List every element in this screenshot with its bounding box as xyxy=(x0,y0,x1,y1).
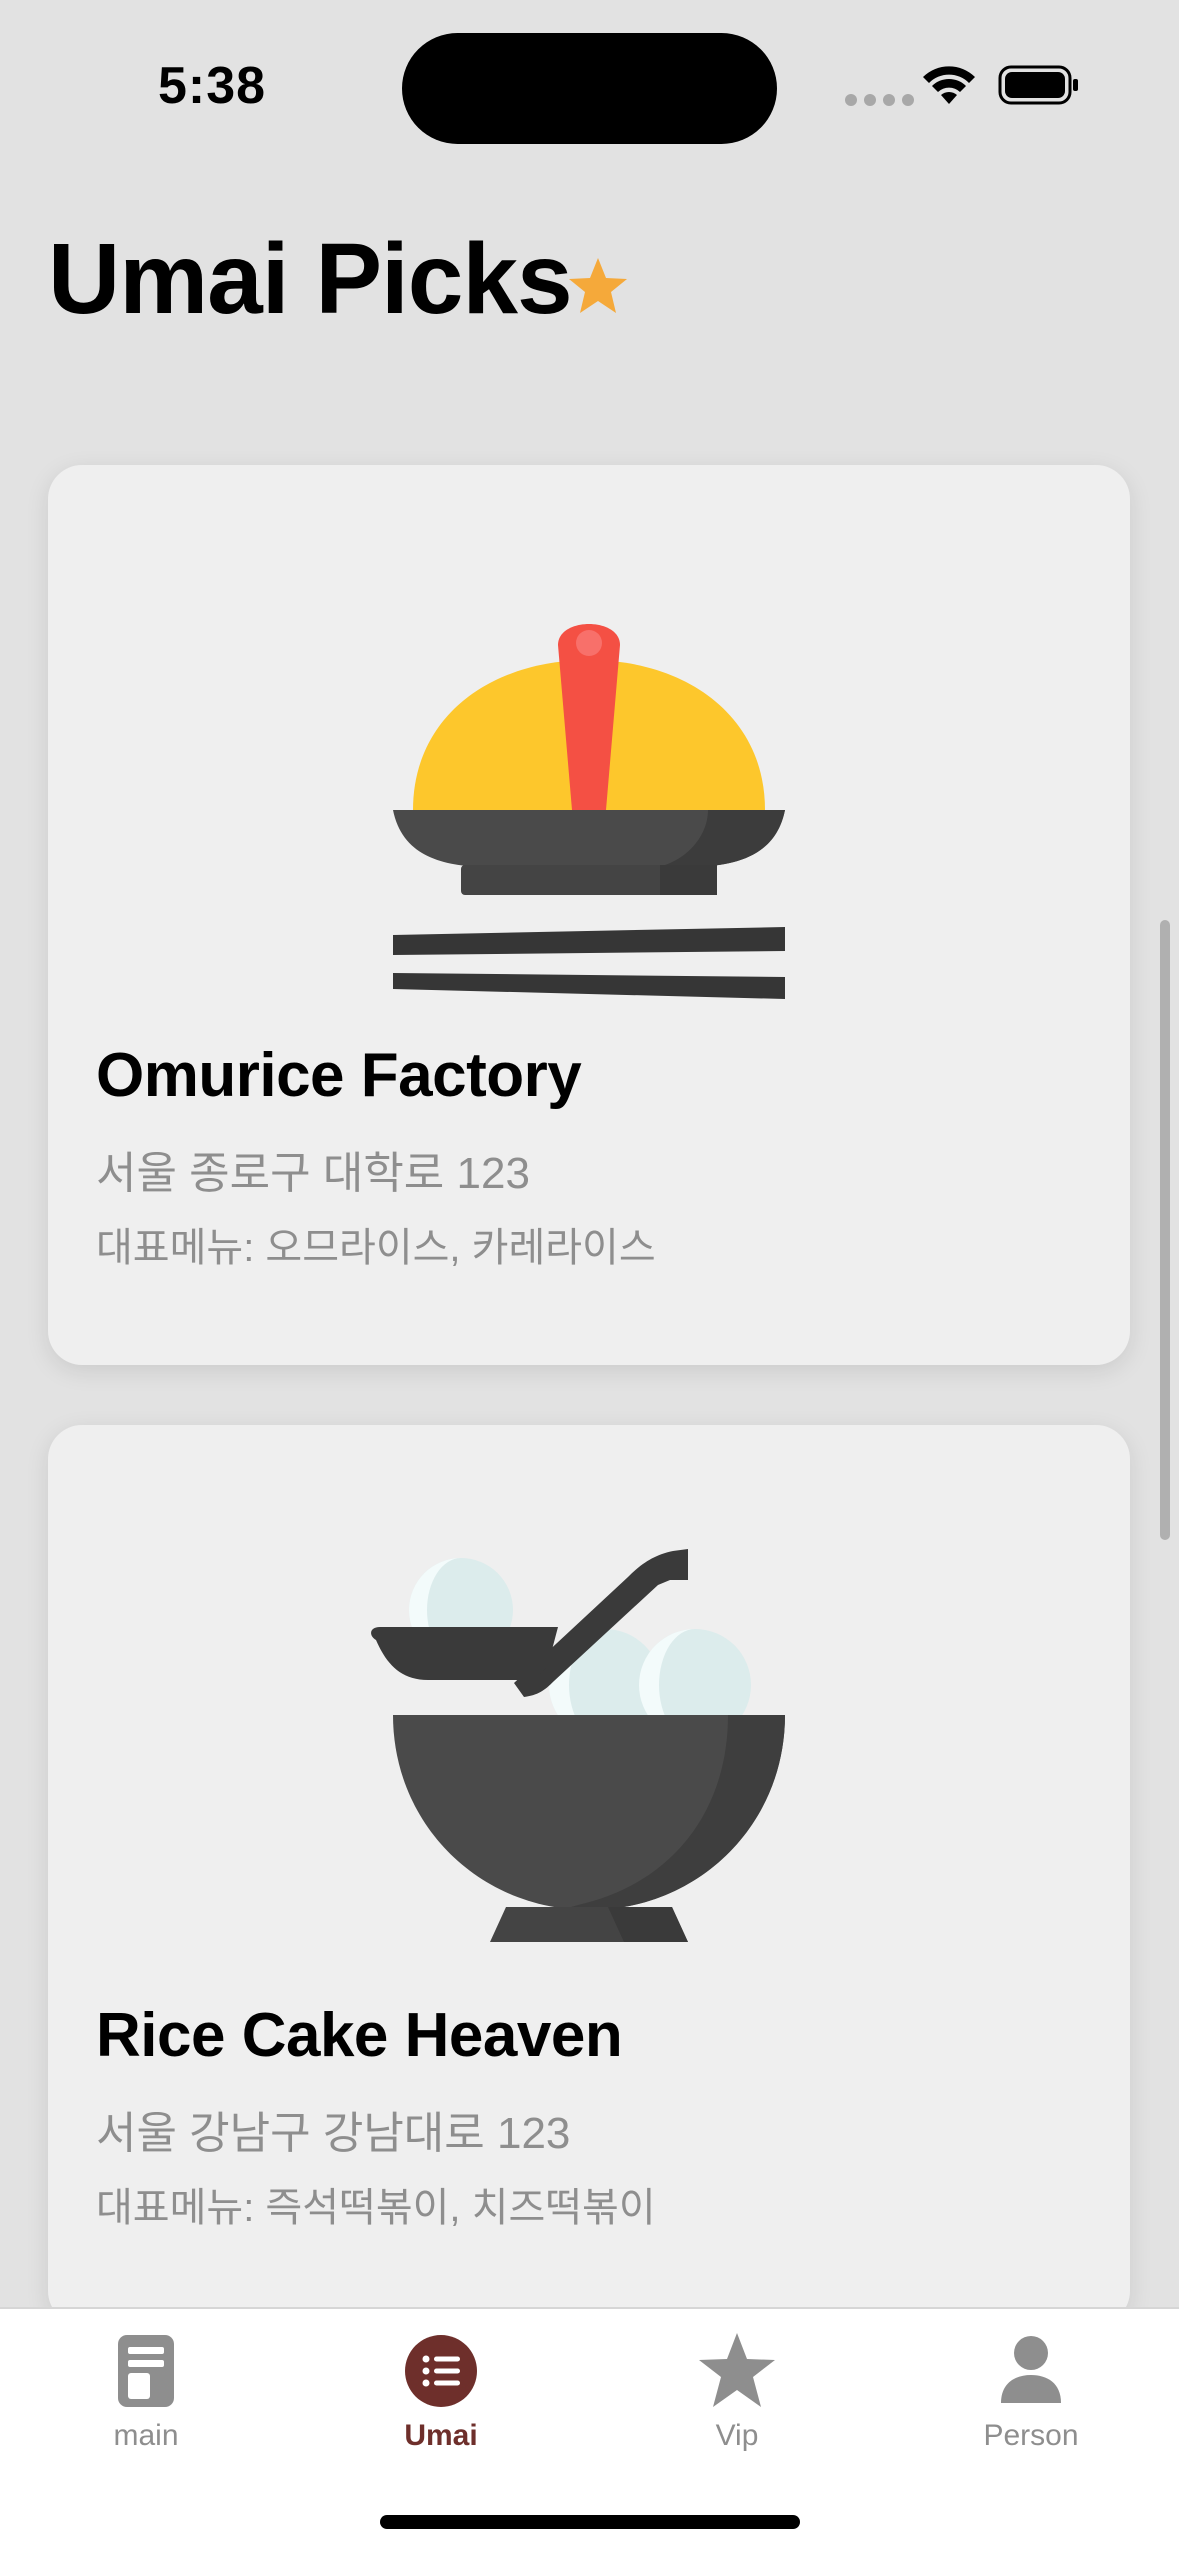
tab-person[interactable]: Person xyxy=(931,2309,1131,2459)
restaurant-card[interactable]: Rice Cake Heaven 서울 강남구 강남대로 123 대표메뉴: 즉… xyxy=(48,1425,1130,2308)
tab-vip[interactable]: Vip xyxy=(637,2309,837,2459)
page-title: Umai Picks xyxy=(48,223,573,335)
battery-icon xyxy=(998,65,1078,105)
tab-label: Umai xyxy=(404,2419,478,2452)
status-time: 5:38 xyxy=(158,57,267,115)
tab-label: Person xyxy=(983,2419,1079,2452)
tab-label: main xyxy=(113,2419,179,2452)
restaurant-list[interactable]: Omurice Factory 서울 종로구 대학로 123 대표메뉴: 오므라… xyxy=(0,420,1179,2308)
rice-cake-bowl-icon xyxy=(48,1425,1130,1985)
person-icon xyxy=(1001,2336,1061,2403)
restaurant-card[interactable]: Omurice Factory 서울 종로구 대학로 123 대표메뉴: 오므라… xyxy=(48,465,1130,1365)
dynamic-island xyxy=(402,33,777,144)
list-icon xyxy=(405,2335,477,2407)
app-screen: 5:38 Umai Picks Omurice Factory 서울 종로구 대… xyxy=(0,0,1179,2556)
restaurant-name: Rice Cake Heaven xyxy=(96,2001,623,2070)
omurice-bowl-icon xyxy=(48,465,1130,1025)
restaurant-menu: 대표메뉴: 즉석떡볶이, 치즈떡볶이 xyxy=(96,2186,656,2230)
home-indicator[interactable] xyxy=(380,2515,800,2529)
cellular-signal-icon xyxy=(845,94,914,106)
tab-main[interactable]: main xyxy=(46,2309,246,2459)
restaurant-address: 서울 종로구 대학로 123 xyxy=(96,1149,530,1198)
restaurant-name: Omurice Factory xyxy=(96,1041,582,1110)
document-icon xyxy=(118,2335,174,2407)
tab-umai[interactable]: Umai xyxy=(341,2309,541,2459)
wifi-icon xyxy=(923,66,975,104)
restaurant-address: 서울 강남구 강남대로 123 xyxy=(96,2109,571,2158)
tab-label: Vip xyxy=(715,2419,759,2452)
restaurant-menu: 대표메뉴: 오므라이스, 카레라이스 xyxy=(96,1226,656,1270)
star-icon xyxy=(569,258,627,313)
star-icon xyxy=(699,2333,775,2407)
scrollbar[interactable] xyxy=(1160,920,1170,1540)
